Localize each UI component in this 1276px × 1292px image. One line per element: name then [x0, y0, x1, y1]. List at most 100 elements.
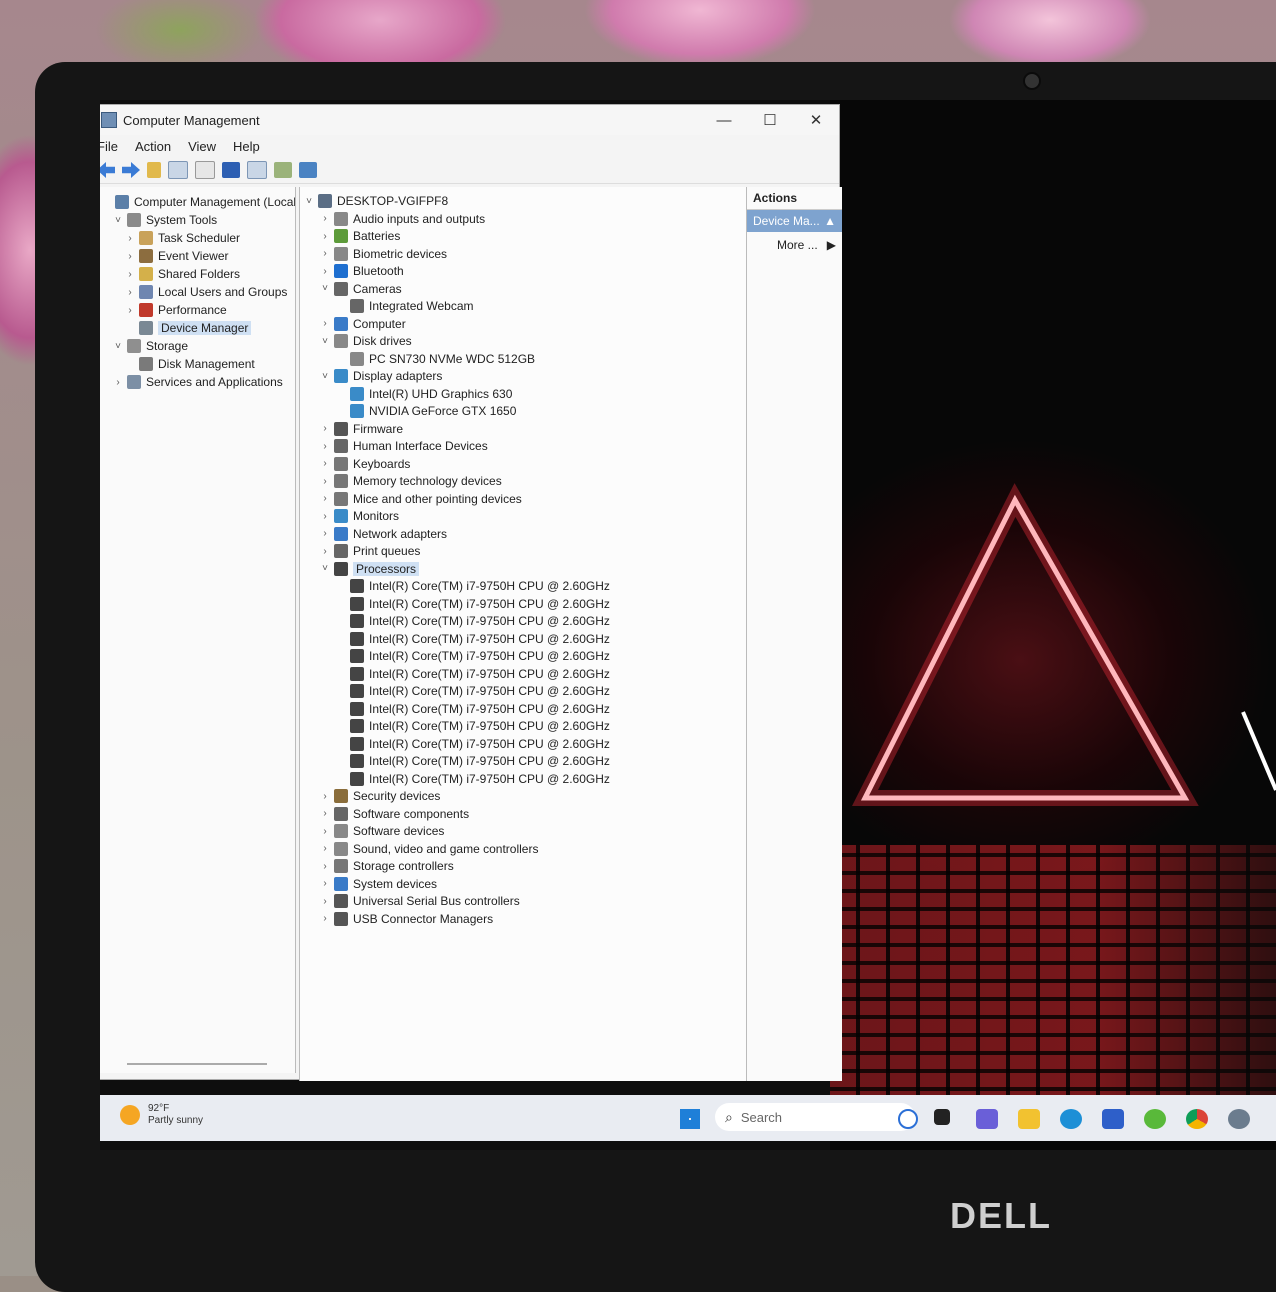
device-tree-item[interactable]: › Security devices	[320, 787, 440, 805]
device-tree-item[interactable]: Intel(R) Core(TM) i7-9750H CPU @ 2.60GHz	[336, 577, 610, 595]
collapse-right-chevron-icon[interactable]: ›	[320, 493, 330, 504]
device-tree-item[interactable]: ˅ Display adapters	[320, 367, 442, 385]
scan-hardware-icon[interactable]	[299, 162, 317, 178]
device-tree-item[interactable]: › Storage controllers	[320, 857, 454, 875]
device-tree-item[interactable]: Intel(R) Core(TM) i7-9750H CPU @ 2.60GHz	[336, 700, 610, 718]
show-hide-tree-icon[interactable]	[168, 161, 188, 179]
device-tree-item[interactable]: ˅ Processors	[320, 560, 420, 578]
collapse-right-chevron-icon[interactable]: ›	[320, 896, 330, 907]
actions-more-item[interactable]: More ... ▶	[747, 232, 842, 252]
device-tree-item[interactable]: › Software components	[320, 805, 469, 823]
collapse-right-chevron-icon[interactable]: ›	[320, 826, 330, 837]
console-tree-item[interactable]: › Local Users and Groups	[125, 283, 287, 301]
back-arrow-icon[interactable]	[100, 162, 115, 178]
device-tree-item[interactable]: › Print queues	[320, 542, 420, 560]
collapse-right-chevron-icon[interactable]: ›	[320, 843, 330, 854]
device-tree-item[interactable]: ˅ Disk drives	[320, 332, 412, 350]
collapse-right-chevron-icon[interactable]: ›	[125, 287, 135, 298]
settings-gear-icon[interactable]	[1228, 1109, 1250, 1129]
device-tree-item[interactable]: › Universal Serial Bus controllers	[320, 892, 520, 910]
device-tree-item[interactable]: › Mice and other pointing devices	[320, 490, 522, 508]
device-tree-item[interactable]: Intel(R) Core(TM) i7-9750H CPU @ 2.60GHz	[336, 752, 610, 770]
expand-down-chevron-icon[interactable]: ˅	[320, 371, 330, 382]
collapse-right-chevron-icon[interactable]: ›	[125, 269, 135, 280]
collapse-right-chevron-icon[interactable]: ›	[113, 377, 123, 388]
collapse-right-chevron-icon[interactable]: ›	[320, 511, 330, 522]
device-tree-item[interactable]: › Network adapters	[320, 525, 447, 543]
console-tree-item[interactable]: Device Manager	[125, 319, 252, 337]
device-tree-item[interactable]: Intel(R) Core(TM) i7-9750H CPU @ 2.60GHz	[336, 682, 610, 700]
collapse-right-chevron-icon[interactable]: ›	[320, 546, 330, 557]
device-tree-item[interactable]: ˅ DESKTOP-VGIFPF8	[304, 192, 448, 210]
up-folder-icon[interactable]	[147, 162, 161, 178]
device-tree-item[interactable]: NVIDIA GeForce GTX 1650	[336, 402, 516, 420]
minimize-button[interactable]: —	[701, 112, 747, 129]
console-tree-item[interactable]: › Event Viewer	[125, 247, 228, 265]
collapse-right-chevron-icon[interactable]: ›	[320, 861, 330, 872]
collapse-right-chevron-icon[interactable]: ›	[320, 878, 330, 889]
collapse-right-chevron-icon[interactable]: ›	[320, 266, 330, 277]
collapse-right-chevron-icon[interactable]: ›	[320, 791, 330, 802]
expand-down-chevron-icon[interactable]: ˅	[304, 196, 314, 207]
expand-down-chevron-icon[interactable]: ˅	[320, 336, 330, 347]
file-explorer-icon[interactable]	[1018, 1109, 1040, 1129]
console-tree-item[interactable]: › Performance	[125, 301, 227, 319]
forward-arrow-icon[interactable]	[122, 162, 140, 178]
device-tree-item[interactable]: › Computer	[320, 315, 406, 333]
console-tree-item[interactable]: ˅ Storage	[113, 337, 188, 355]
expand-down-chevron-icon[interactable]: ˅	[113, 215, 123, 226]
device-tree-item[interactable]: PC SN730 NVMe WDC 512GB	[336, 350, 535, 368]
close-button[interactable]: ✕	[793, 111, 839, 129]
collapse-right-chevron-icon[interactable]: ›	[125, 305, 135, 316]
task-view-icon[interactable]	[934, 1109, 950, 1125]
collapse-right-chevron-icon[interactable]: ›	[125, 233, 135, 244]
collapse-right-chevron-icon[interactable]: ›	[320, 441, 330, 452]
menu-view[interactable]: View	[188, 139, 216, 154]
weather-widget[interactable]: 92°F Partly sunny	[120, 1103, 203, 1127]
device-tree-item[interactable]: Integrated Webcam	[336, 297, 474, 315]
device-tree-item[interactable]: › Human Interface Devices	[320, 437, 488, 455]
properties-icon[interactable]	[195, 161, 215, 179]
update-driver-icon[interactable]	[274, 162, 292, 178]
maximize-button[interactable]: ☐	[747, 111, 793, 129]
collapse-right-chevron-icon[interactable]: ›	[320, 913, 330, 924]
expand-down-chevron-icon[interactable]: ˅	[320, 563, 330, 574]
collapse-right-chevron-icon[interactable]: ›	[320, 318, 330, 329]
device-tree-item[interactable]: › Keyboards	[320, 455, 410, 473]
device-tree-item[interactable]: › Memory technology devices	[320, 472, 502, 490]
device-tree-item[interactable]: Intel(R) Core(TM) i7-9750H CPU @ 2.60GHz	[336, 735, 610, 753]
windows-start-icon[interactable]	[680, 1109, 700, 1129]
horizontal-scrollbar[interactable]	[127, 1063, 267, 1065]
show-hide-action-pane-icon[interactable]	[247, 161, 267, 179]
teams-chat-icon[interactable]	[976, 1109, 998, 1129]
device-tree-item[interactable]: › Bluetooth	[320, 262, 404, 280]
device-tree-item[interactable]: Intel(R) UHD Graphics 630	[336, 385, 512, 403]
console-tree-item[interactable]: › Task Scheduler	[125, 229, 240, 247]
console-tree-item[interactable]: › Services and Applications	[113, 373, 283, 391]
device-tree-item[interactable]: › Sound, video and game controllers	[320, 840, 538, 858]
collapse-right-chevron-icon[interactable]: ›	[320, 458, 330, 469]
device-tree-item[interactable]: › Software devices	[320, 822, 444, 840]
device-tree-item[interactable]: Intel(R) Core(TM) i7-9750H CPU @ 2.60GHz	[336, 717, 610, 735]
menu-action[interactable]: Action	[135, 139, 171, 154]
console-tree-item[interactable]: › Shared Folders	[125, 265, 240, 283]
device-tree-item[interactable]: › System devices	[320, 875, 437, 893]
device-tree-item[interactable]: › Audio inputs and outputs	[320, 210, 485, 228]
collapse-right-chevron-icon[interactable]: ›	[320, 476, 330, 487]
menu-file[interactable]: File	[100, 139, 118, 154]
bing-icon[interactable]	[898, 1109, 918, 1129]
device-tree-item[interactable]: › USB Connector Managers	[320, 910, 493, 928]
device-tree-item[interactable]: › Batteries	[320, 227, 400, 245]
actions-device-manager-item[interactable]: Device Ma... ▲	[747, 210, 842, 232]
collapse-right-chevron-icon[interactable]: ›	[320, 213, 330, 224]
device-tree-item[interactable]: Intel(R) Core(TM) i7-9750H CPU @ 2.60GHz	[336, 612, 610, 630]
device-tree-item[interactable]: Intel(R) Core(TM) i7-9750H CPU @ 2.60GHz	[336, 630, 610, 648]
collapse-right-chevron-icon[interactable]: ›	[320, 231, 330, 242]
device-tree-item[interactable]: Intel(R) Core(TM) i7-9750H CPU @ 2.60GHz	[336, 595, 610, 613]
expand-down-chevron-icon[interactable]: ˅	[320, 283, 330, 294]
help-icon[interactable]	[222, 162, 240, 178]
expand-down-chevron-icon[interactable]: ˅	[113, 341, 123, 352]
device-tree-item[interactable]: › Monitors	[320, 507, 399, 525]
console-tree-item[interactable]: Disk Management	[125, 355, 255, 373]
device-tree-item[interactable]: Intel(R) Core(TM) i7-9750H CPU @ 2.60GHz	[336, 647, 610, 665]
